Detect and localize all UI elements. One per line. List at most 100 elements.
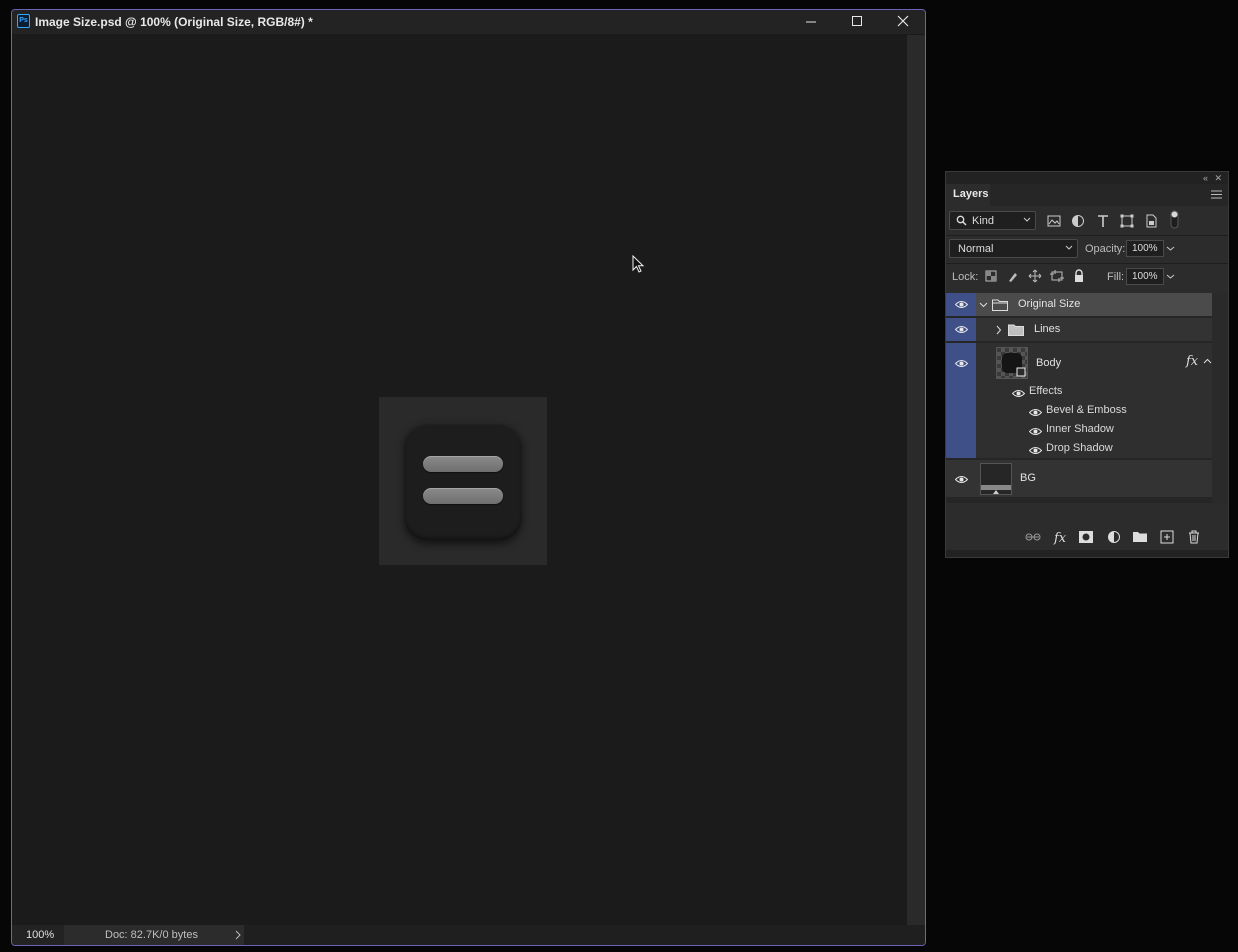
eye-icon [955, 476, 968, 483]
opacity-dropdown-icon[interactable] [1164, 240, 1178, 257]
layers-list[interactable]: Original Size Lines Body fx Effects Beve… [946, 293, 1212, 503]
artwork-background [379, 397, 547, 565]
layers-list-scrollbar[interactable] [1212, 293, 1228, 503]
panel-bottom-scrollbar[interactable] [946, 550, 1228, 557]
opacity-label: Opacity: [1085, 243, 1126, 255]
smart-object-filter-icon[interactable] [1143, 213, 1159, 229]
canvas-area[interactable] [12, 35, 907, 925]
eye-icon[interactable] [1012, 389, 1025, 398]
minimize-icon [806, 21, 816, 23]
maximize-icon [852, 16, 862, 26]
panel-header[interactable]: « ✕ [946, 172, 1228, 184]
chevron-up-icon[interactable] [1203, 358, 1212, 364]
tab-layers[interactable]: Layers [946, 184, 990, 206]
blend-mode-value: Normal [958, 243, 994, 255]
type-layer-filter-icon[interactable] [1095, 213, 1111, 229]
document-info: Doc: 82.7K/0 bytes [64, 925, 244, 945]
divider [946, 263, 1228, 264]
filter-kind-select[interactable]: Kind [949, 211, 1036, 230]
layer-name: Lines [1034, 323, 1061, 335]
lock-transparent-pixels-icon[interactable] [984, 269, 998, 283]
panel-menu-icon[interactable] [1211, 190, 1222, 199]
visibility-toggle[interactable] [946, 318, 976, 341]
lock-image-pixels-icon[interactable] [1006, 269, 1020, 283]
eye-icon[interactable] [1029, 446, 1042, 455]
add-layer-style-icon[interactable]: fx [1052, 529, 1068, 545]
eye-icon [955, 301, 968, 308]
mouse-pointer-icon [632, 255, 645, 273]
opacity-input[interactable]: 100% [1126, 240, 1164, 257]
layer-row-original-size[interactable]: Original Size [946, 293, 1212, 317]
close-button[interactable] [881, 10, 925, 34]
layers-panel[interactable]: « ✕ Layers Kind Normal Opacity: 100% Loc… [945, 171, 1229, 558]
menu-artwork-body [404, 422, 522, 540]
svg-text:fx: fx [1053, 531, 1067, 545]
chevron-down-icon[interactable] [979, 302, 988, 308]
status-bar: 100% Doc: 82.7K/0 bytes [12, 925, 925, 945]
adjustment-layer-filter-icon[interactable] [1070, 213, 1086, 229]
maximize-button[interactable] [835, 10, 879, 34]
layer-row-body[interactable]: Body fx Effects Bevel & Emboss Inner Sha… [946, 343, 1212, 459]
new-adjustment-layer-icon[interactable] [1106, 529, 1122, 545]
folder-icon [992, 299, 1008, 311]
visibility-toggle[interactable] [946, 343, 976, 458]
pixel-layer-filter-icon[interactable] [1046, 213, 1062, 229]
prevent-auto-nesting-icon[interactable] [1050, 269, 1064, 283]
visibility-toggle[interactable] [946, 460, 976, 497]
fill-label: Fill: [1107, 271, 1125, 283]
lock-position-icon[interactable] [1028, 269, 1042, 283]
layer-thumbnail [980, 463, 1012, 495]
filter-toggle-switch[interactable] [1167, 210, 1183, 230]
zoom-level[interactable]: 100% [12, 925, 64, 945]
layer-name: Original Size [1018, 298, 1081, 310]
effect-inner-shadow[interactable]: Inner Shadow [1046, 423, 1114, 435]
chevron-right-icon[interactable] [996, 325, 1002, 335]
eye-icon [955, 360, 968, 367]
layer-name: BG [1020, 472, 1036, 484]
filter-kind-value: Kind [972, 215, 995, 227]
fill-input[interactable]: 100% [1126, 268, 1164, 285]
add-mask-icon[interactable] [1078, 529, 1094, 545]
folder-icon [1008, 324, 1024, 336]
effect-bevel-emboss[interactable]: Bevel & Emboss [1046, 404, 1127, 416]
menu-artwork-line [423, 488, 503, 504]
blend-mode-select[interactable]: Normal [949, 239, 1078, 258]
chevron-down-icon [1023, 217, 1031, 222]
shape-layer-filter-icon[interactable] [1119, 213, 1135, 229]
layer-row-lines[interactable]: Lines [946, 318, 1212, 342]
lock-all-icon[interactable] [1072, 269, 1086, 283]
effects-label: Effects [1029, 385, 1063, 397]
document-titlebar[interactable]: Ps Image Size.psd @ 100% (Original Size,… [12, 10, 925, 35]
eye-icon[interactable] [1029, 427, 1042, 436]
visibility-toggle[interactable] [946, 293, 976, 316]
lock-label: Lock: [952, 271, 979, 283]
document-title: Image Size.psd @ 100% (Original Size, RG… [35, 15, 313, 29]
menu-artwork-line [423, 456, 503, 472]
close-icon [897, 15, 909, 27]
layer-effects-fx-icon[interactable]: fx [1186, 354, 1198, 369]
panel-tab-row: Layers [946, 184, 1228, 206]
new-layer-icon[interactable] [1159, 529, 1175, 545]
vector-mask-icon [1016, 367, 1026, 377]
new-group-icon[interactable] [1132, 529, 1148, 545]
chevron-right-icon[interactable] [234, 930, 242, 940]
layer-row-bg[interactable]: BG [946, 460, 1212, 498]
eye-icon [955, 326, 968, 333]
divider [946, 235, 1228, 236]
link-layers-icon[interactable] [1025, 529, 1041, 545]
fill-dropdown-icon[interactable] [1164, 268, 1178, 285]
document-window[interactable]: Ps Image Size.psd @ 100% (Original Size,… [11, 9, 926, 946]
chevron-down-icon [1065, 245, 1073, 250]
effect-drop-shadow[interactable]: Drop Shadow [1046, 442, 1113, 454]
layers-bottom-toolbar: fx [946, 525, 1228, 549]
delete-layer-icon[interactable] [1186, 529, 1202, 545]
close-panel-icon[interactable]: ✕ [1214, 172, 1222, 184]
eye-icon[interactable] [1029, 408, 1042, 417]
layer-thumbnail [996, 347, 1028, 379]
photoshop-logo-icon: Ps [17, 14, 30, 28]
minimize-button[interactable] [789, 10, 833, 34]
horizontal-scrollbar[interactable] [244, 925, 925, 945]
search-icon [956, 215, 967, 226]
vertical-scrollbar[interactable] [907, 35, 925, 925]
collapse-panel-icon[interactable]: « [1203, 172, 1208, 184]
